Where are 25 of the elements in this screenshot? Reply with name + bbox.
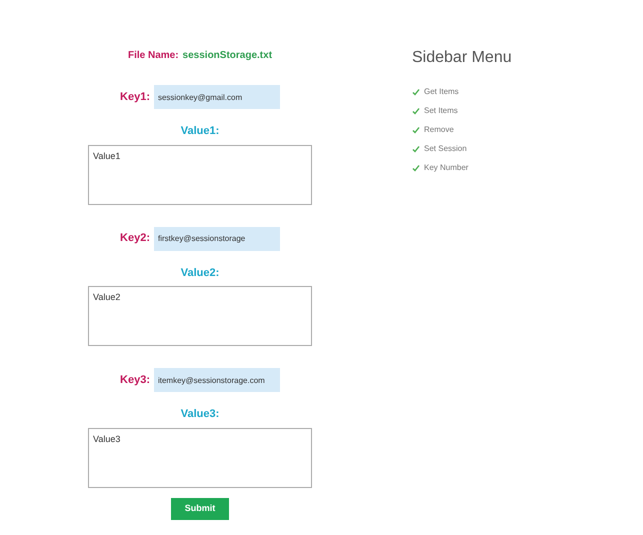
sidebar-link[interactable]: Set Items [412,105,512,117]
sidebar-title: Sidebar Menu [412,48,512,68]
key-input-field[interactable]: itemkey@sessionstorage.com [154,368,280,392]
key-label: Key1: [120,90,150,105]
sidebar-link[interactable]: Key Number [412,162,512,174]
key-label: Key2: [120,231,150,246]
value-label: Value2: [180,266,220,280]
key-label: Key3: [120,372,150,388]
file-name-label: File Name: [128,49,179,63]
value-label: Value3: [180,407,220,422]
value-text-area[interactable]: Value3 [88,428,312,488]
check-icon [412,126,420,134]
key-input-field[interactable]: firstkey@sessionstorage [154,226,280,250]
check-icon [412,107,420,115]
check-icon [412,145,420,153]
value-text-area[interactable]: Value2 [88,286,312,346]
sidebar-link[interactable]: Set Session [412,143,512,155]
value-label: Value1: [180,124,220,139]
key-input-field[interactable]: sessionkey@gmail.com [154,85,280,109]
sidebar-link[interactable]: Remove [412,124,512,136]
file-name-value: sessionStorage.txt [182,49,272,63]
check-icon [412,88,420,96]
value-text-area[interactable]: Value1 [88,144,312,204]
sidebar-link[interactable]: Get Items [412,86,512,98]
check-icon [412,164,420,172]
